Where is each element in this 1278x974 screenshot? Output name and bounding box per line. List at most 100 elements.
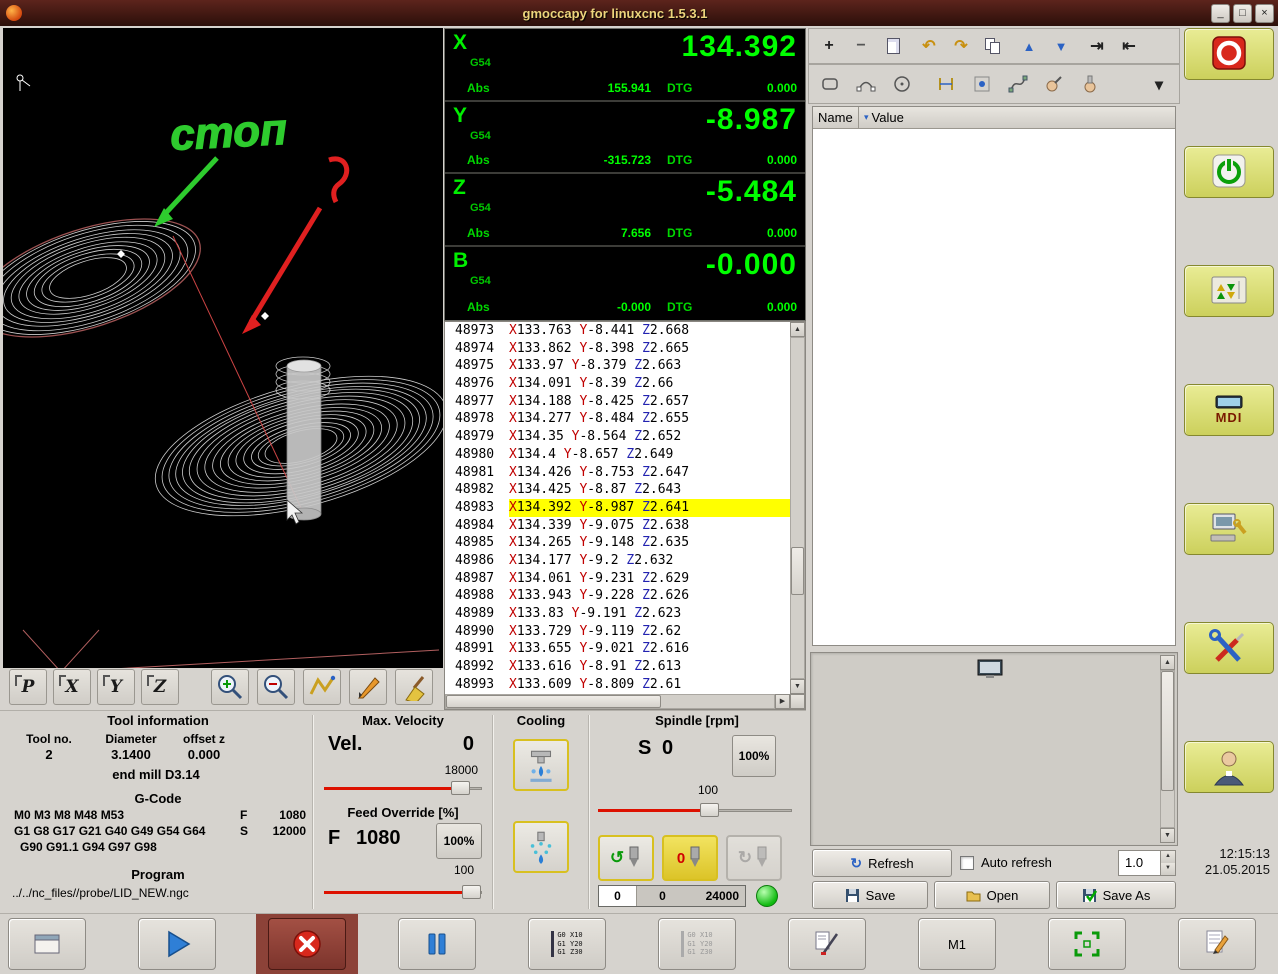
gcode-vscrollbar[interactable] [790, 337, 805, 679]
gcode-line[interactable]: 48985 X134.265 Y-9.148 Z2.635 [445, 534, 790, 552]
window-mode-button[interactable] [8, 918, 86, 970]
gcode-line[interactable]: 48974 X133.862 Y-8.398 Z2.665 [445, 340, 790, 358]
refresh-button[interactable]: ↻ Refresh [812, 849, 952, 877]
m1-button[interactable]: M1 [918, 918, 996, 970]
copy-icon[interactable] [979, 33, 1007, 59]
maximize-button[interactable]: □ [1233, 3, 1252, 23]
stop-button[interactable] [268, 918, 346, 970]
gcode-list[interactable]: 48973 X133.763 Y-8.441 Z2.668 48974 X133.86… [444, 321, 806, 710]
dimensions-button[interactable] [349, 669, 387, 705]
spindle-forward-button[interactable]: ↻ [726, 835, 782, 881]
run-from-line-button[interactable]: G0 X10 G1 Y20 G1 Z30 [528, 918, 606, 970]
value-column-header[interactable]: ▾ Value [859, 107, 1175, 129]
message-scroll-thumb[interactable] [1161, 671, 1174, 791]
unindent-icon[interactable]: ⇤ [1115, 33, 1143, 59]
slider-handle[interactable] [450, 781, 470, 795]
remove-icon[interactable]: − [847, 33, 875, 59]
pause-button[interactable] [398, 918, 476, 970]
move-up-icon[interactable]: ▲ [1015, 33, 1043, 59]
gcode-line[interactable]: 48986 X134.177 Y-9.2 Z2.632 [445, 552, 790, 570]
gcode-line[interactable]: 48975 X133.97 Y-8.379 Z2.663 [445, 357, 790, 375]
gcode-line[interactable]: 48982 X134.425 Y-8.87 Z2.643 [445, 481, 790, 499]
shape-circle-icon[interactable] [887, 70, 917, 98]
gcode-line[interactable]: 48984 X134.339 Y-9.075 Z2.638 [445, 517, 790, 535]
clear-plot-button[interactable] [395, 669, 433, 705]
gcode-line[interactable]: 48990 X133.729 Y-9.119 Z2.62 [445, 623, 790, 641]
scroll-down-icon[interactable]: ▼ [1160, 828, 1175, 843]
touch-set-icon[interactable] [1075, 70, 1105, 98]
open-button[interactable]: Open [934, 881, 1050, 909]
setup-page-button[interactable] [1184, 503, 1274, 555]
fullscreen-button[interactable] [1048, 918, 1126, 970]
step-button[interactable]: G0 X10 G1 Y20 G1 Z30 [658, 918, 736, 970]
gcode-line[interactable]: 48992 X133.616 Y-8.91 Z2.613 [445, 658, 790, 676]
machine-on-button[interactable] [1184, 146, 1274, 198]
gcode-line[interactable]: 48991 X133.655 Y-9.021 Z2.616 [445, 640, 790, 658]
user-button[interactable] [1184, 741, 1274, 793]
dro-axis-x[interactable]: X 134.392 G54 Abs 155.941 DTG 0.000 [445, 29, 805, 102]
view-y-button[interactable]: Y [97, 669, 135, 705]
indent-icon[interactable]: ⇥ [1083, 33, 1111, 59]
add-icon[interactable]: + [815, 33, 843, 59]
mdi-button[interactable]: MDI [1184, 384, 1274, 436]
shape-arc-icon[interactable] [851, 70, 881, 98]
refresh-interval-spin[interactable]: 1.0 ▲ ▼ [1118, 850, 1176, 876]
spin-up-icon[interactable]: ▲ [1161, 851, 1175, 863]
zoom-out-button[interactable] [257, 669, 295, 705]
save-as-button[interactable]: Save As [1056, 881, 1176, 909]
slider-handle[interactable] [699, 803, 719, 817]
flood-coolant-button[interactable] [513, 739, 569, 791]
minimize-button[interactable]: _ [1211, 3, 1230, 23]
spindle-reset-button[interactable]: 100% [732, 735, 776, 777]
scroll-up-icon[interactable]: ▲ [1160, 655, 1175, 670]
slider-handle[interactable] [461, 885, 481, 899]
gcode-line[interactable]: 48983 X134.392 Y-8.987 Z2.641 [445, 498, 790, 517]
gcode-line[interactable]: 48993 X133.609 Y-8.809 Z2.61 [445, 676, 790, 694]
gcode-line[interactable]: 48978 X134.277 Y-8.484 Z2.655 [445, 410, 790, 428]
redo-icon[interactable]: ↷ [947, 33, 975, 59]
shape-rect-icon[interactable] [815, 70, 845, 98]
gcode-line[interactable]: 48980 X134.4 Y-8.657 Z2.649 [445, 446, 790, 464]
toolbar-overflow-icon[interactable]: ▾ [1145, 72, 1173, 98]
dro-axis-y[interactable]: Y -8.987 G54 Abs -315.723 DTG 0.000 [445, 102, 805, 174]
gcode-line[interactable]: 48979 X134.35 Y-8.564 Z2.652 [445, 428, 790, 446]
window-titlebar[interactable]: gmoccapy for linuxcnc 1.5.3.1 _ □ × [0, 0, 1278, 26]
edit-gcode-button[interactable] [788, 918, 866, 970]
close-button[interactable]: × [1255, 3, 1274, 23]
dimension-icon[interactable] [931, 70, 961, 98]
spindle-slider[interactable] [598, 803, 792, 818]
feed-slider[interactable] [324, 885, 482, 900]
center-point-icon[interactable] [967, 70, 997, 98]
dro-axis-b[interactable]: B -0.000 G54 Abs -0.000 DTG 0.000 [445, 247, 805, 320]
gcode-line[interactable]: 48977 X134.188 Y-8.425 Z2.657 [445, 393, 790, 411]
gcode-line[interactable]: 48973 X133.763 Y-8.441 Z2.668 [445, 322, 790, 340]
gcode-line[interactable]: 48988 X133.943 Y-9.228 Z2.626 [445, 587, 790, 605]
save-button[interactable]: Save [812, 881, 928, 909]
move-down-icon[interactable]: ▼ [1047, 33, 1075, 59]
perspective-view-button[interactable]: P [9, 669, 47, 705]
notes-button[interactable] [1178, 918, 1256, 970]
new-document-icon[interactable] [879, 33, 907, 59]
velocity-slider[interactable] [324, 781, 482, 796]
toolpath-toggle-button[interactable] [303, 669, 341, 705]
view-z-button[interactable]: Z [141, 669, 179, 705]
dro-axis-z[interactable]: Z -5.484 G54 Abs 7.656 DTG 0.000 [445, 174, 805, 247]
feed-reset-button[interactable]: 100% [436, 823, 482, 859]
scroll-right-icon[interactable]: ▶ [775, 694, 790, 709]
gcode-line[interactable]: 48976 X134.091 Y-8.39 Z2.66 [445, 375, 790, 393]
scroll-down-icon[interactable]: ▼ [790, 679, 805, 694]
zoom-in-button[interactable] [211, 669, 249, 705]
gcode-hscroll-thumb[interactable] [446, 695, 661, 708]
spindle-stop-button[interactable]: 0 [662, 835, 718, 881]
mist-coolant-button[interactable] [513, 821, 569, 873]
view-x-button[interactable]: X [53, 669, 91, 705]
gcode-line[interactable]: 48981 X134.426 Y-8.753 Z2.647 [445, 464, 790, 482]
gremlin-preview[interactable]: стоп [3, 28, 443, 668]
run-button[interactable] [138, 918, 216, 970]
scroll-up-icon[interactable]: ▲ [790, 322, 805, 337]
properties-table[interactable]: Name ▾ Value [812, 106, 1176, 646]
undo-icon[interactable]: ↶ [915, 33, 943, 59]
node-edit-icon[interactable] [1003, 70, 1033, 98]
gcode-vscroll-thumb[interactable] [791, 547, 804, 595]
offset-page-button[interactable] [1184, 265, 1274, 317]
